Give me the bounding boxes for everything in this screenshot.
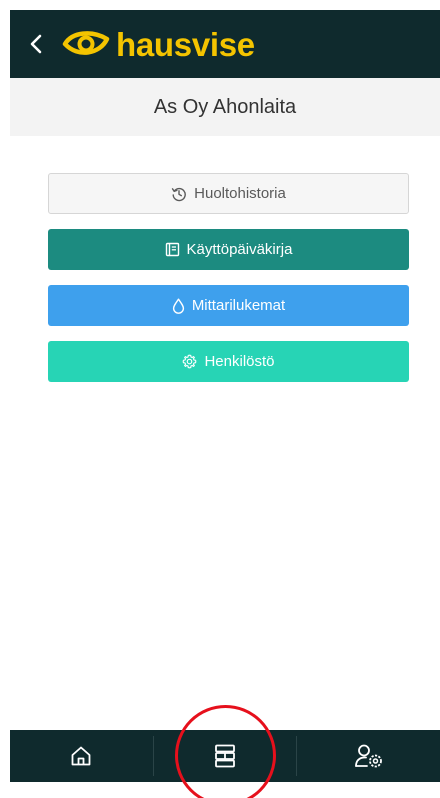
droplet-icon bbox=[172, 298, 184, 314]
home-icon bbox=[71, 746, 91, 766]
app-screen: hausvise As Oy Ahonlaita Huoltohistoria … bbox=[0, 0, 440, 798]
page-title: As Oy Ahonlaita bbox=[153, 95, 297, 118]
subheader: As Oy Ahonlaita bbox=[10, 78, 440, 136]
menu-list: Huoltohistoria Käyttöpäiväkirja Mittaril… bbox=[48, 173, 409, 397]
brand-name: hausvise bbox=[116, 25, 255, 63]
nav-user-settings[interactable] bbox=[297, 730, 440, 782]
nav-home[interactable] bbox=[10, 730, 153, 782]
staff-button[interactable]: Henkilöstö bbox=[48, 341, 409, 382]
meter-readings-button[interactable]: Mittarilukemat bbox=[48, 285, 409, 326]
gear-icon bbox=[183, 354, 197, 369]
user-settings-icon bbox=[354, 744, 382, 768]
top-bar: hausvise bbox=[10, 10, 440, 78]
chevron-left-icon bbox=[30, 34, 42, 54]
diary-label: Käyttöpäiväkirja bbox=[186, 241, 293, 258]
staff-label: Henkilöstö bbox=[204, 353, 275, 370]
brand-logo: hausvise bbox=[62, 27, 255, 61]
notebook-icon bbox=[165, 242, 179, 257]
back-button[interactable] bbox=[10, 10, 62, 78]
meter-readings-label: Mittarilukemat bbox=[191, 297, 286, 314]
history-icon bbox=[171, 187, 186, 201]
eye-logo-icon bbox=[62, 31, 110, 55]
server-icon bbox=[215, 744, 235, 768]
nav-buildings[interactable] bbox=[154, 730, 297, 782]
diary-button[interactable]: Käyttöpäiväkirja bbox=[48, 229, 409, 270]
bottom-navigation bbox=[10, 730, 440, 782]
history-label: Huoltohistoria bbox=[194, 185, 286, 202]
history-button[interactable]: Huoltohistoria bbox=[48, 173, 409, 214]
